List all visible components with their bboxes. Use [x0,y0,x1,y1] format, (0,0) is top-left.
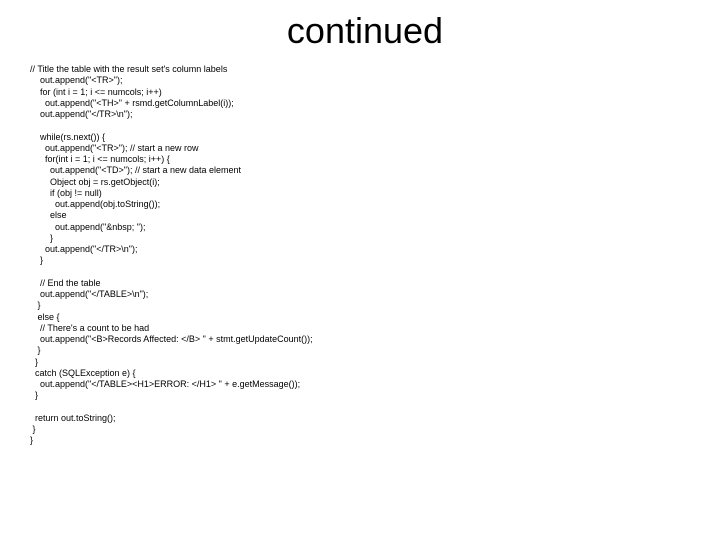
code-block: // Title the table with the result set's… [30,64,700,447]
slide-title: continued [30,10,700,52]
slide: continued // Title the table with the re… [0,0,720,540]
